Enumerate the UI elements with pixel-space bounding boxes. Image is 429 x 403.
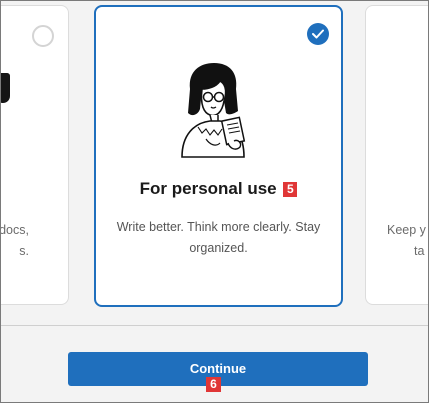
illustration-fragment bbox=[1, 73, 10, 103]
app-frame: docs, s. For personal use 5 Write better… bbox=[0, 0, 429, 403]
option-card-left[interactable]: docs, s. bbox=[0, 5, 69, 305]
radio-empty-icon[interactable] bbox=[32, 25, 54, 47]
right-card-desc-line1: Keep y bbox=[387, 223, 426, 237]
option-card-personal[interactable]: For personal use 5 Write better. Think m… bbox=[94, 5, 343, 307]
checkmark-icon[interactable] bbox=[307, 23, 329, 45]
footer-divider bbox=[1, 325, 428, 326]
card-title: For personal use 5 bbox=[96, 179, 341, 199]
annotation-badge: 5 bbox=[283, 182, 298, 197]
annotation-badge: 6 bbox=[206, 377, 221, 392]
left-card-desc-line1: docs, bbox=[0, 223, 29, 237]
card-description: Write better. Think more clearly. Stay o… bbox=[116, 220, 321, 255]
left-card-desc-line2: s. bbox=[19, 244, 29, 258]
person-writing-illustration bbox=[181, 63, 246, 158]
right-card-desc-line2: ta bbox=[414, 244, 425, 258]
option-card-right[interactable]: Keep y ta bbox=[365, 5, 428, 305]
